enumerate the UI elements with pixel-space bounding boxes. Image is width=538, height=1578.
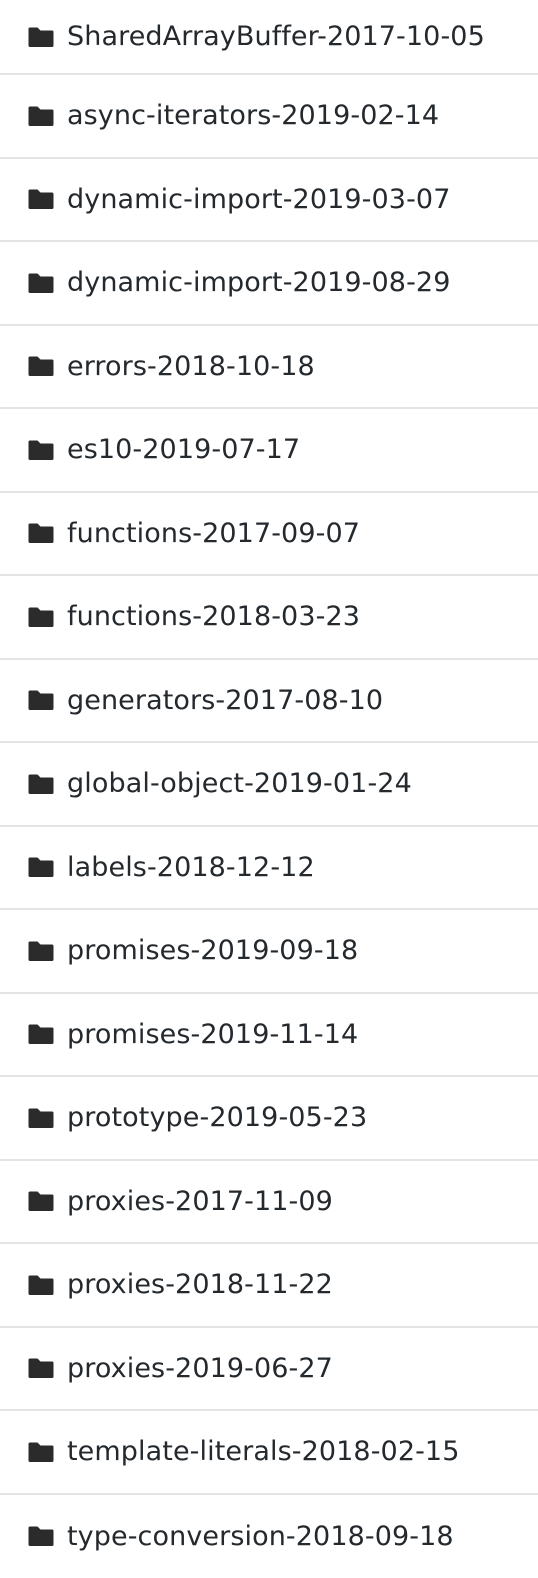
folder-name[interactable]: proxies-2019-06-27 bbox=[67, 1353, 333, 1384]
folder-icon bbox=[28, 522, 54, 544]
folder-row[interactable]: dynamic-import-2019-08-29 bbox=[0, 242, 538, 326]
folder-icon bbox=[28, 689, 54, 711]
folder-row[interactable]: functions-2017-09-07 bbox=[0, 493, 538, 576]
folder-icon bbox=[28, 1274, 54, 1296]
folder-row[interactable]: generators-2017-08-10 bbox=[0, 660, 538, 743]
folder-name[interactable]: SharedArrayBuffer-2017-10-05 bbox=[67, 21, 485, 52]
folder-name[interactable]: async-iterators-2019-02-14 bbox=[67, 100, 439, 131]
folder-name[interactable]: proxies-2017-11-09 bbox=[67, 1186, 333, 1217]
folder-row[interactable]: async-iterators-2019-02-14 bbox=[0, 75, 538, 159]
folder-name[interactable]: global-object-2019-01-24 bbox=[67, 768, 412, 799]
folder-row[interactable]: type-conversion-2018-09-18 bbox=[0, 1495, 538, 1578]
folder-icon bbox=[28, 606, 54, 628]
folder-icon bbox=[28, 773, 54, 795]
folder-row[interactable]: prototype-2019-05-23 bbox=[0, 1077, 538, 1161]
folder-icon bbox=[28, 439, 54, 461]
folder-row[interactable]: template-literals-2018-02-15 bbox=[0, 1411, 538, 1495]
folder-icon bbox=[28, 1023, 54, 1045]
folder-row[interactable]: promises-2019-09-18 bbox=[0, 910, 538, 994]
folder-name[interactable]: es10-2019-07-17 bbox=[67, 434, 300, 465]
folder-row[interactable]: errors-2018-10-18 bbox=[0, 326, 538, 409]
folder-row[interactable]: es10-2019-07-17 bbox=[0, 409, 538, 493]
folder-name[interactable]: proxies-2018-11-22 bbox=[67, 1269, 333, 1300]
folder-name[interactable]: functions-2018-03-23 bbox=[67, 601, 360, 632]
folder-list: SharedArrayBuffer-2017-10-05 async-itera… bbox=[0, 0, 538, 1578]
folder-name[interactable]: errors-2018-10-18 bbox=[67, 351, 315, 382]
folder-row[interactable]: proxies-2018-11-22 bbox=[0, 1244, 538, 1328]
folder-icon bbox=[28, 1357, 54, 1379]
folder-icon bbox=[28, 1441, 54, 1463]
folder-name[interactable]: template-literals-2018-02-15 bbox=[67, 1436, 460, 1467]
folder-row[interactable]: proxies-2019-06-27 bbox=[0, 1328, 538, 1411]
folder-icon bbox=[28, 105, 54, 127]
folder-icon bbox=[28, 856, 54, 878]
folder-row[interactable]: SharedArrayBuffer-2017-10-05 bbox=[0, 0, 538, 75]
folder-icon bbox=[28, 1190, 54, 1212]
folder-name[interactable]: promises-2019-09-18 bbox=[67, 935, 358, 966]
folder-row[interactable]: functions-2018-03-23 bbox=[0, 576, 538, 660]
folder-row[interactable]: dynamic-import-2019-03-07 bbox=[0, 159, 538, 242]
folder-icon bbox=[28, 940, 54, 962]
folder-row[interactable]: proxies-2017-11-09 bbox=[0, 1161, 538, 1244]
folder-row[interactable]: global-object-2019-01-24 bbox=[0, 743, 538, 827]
folder-icon bbox=[28, 26, 54, 48]
folder-icon bbox=[28, 272, 54, 294]
folder-name[interactable]: type-conversion-2018-09-18 bbox=[67, 1521, 454, 1552]
folder-name[interactable]: dynamic-import-2019-03-07 bbox=[67, 184, 450, 215]
folder-row[interactable]: promises-2019-11-14 bbox=[0, 994, 538, 1077]
folder-name[interactable]: functions-2017-09-07 bbox=[67, 518, 360, 549]
folder-row[interactable]: labels-2018-12-12 bbox=[0, 827, 538, 910]
folder-name[interactable]: generators-2017-08-10 bbox=[67, 685, 383, 716]
folder-name[interactable]: labels-2018-12-12 bbox=[67, 852, 315, 883]
folder-icon bbox=[28, 188, 54, 210]
folder-name[interactable]: dynamic-import-2019-08-29 bbox=[67, 267, 450, 298]
folder-icon bbox=[28, 1525, 54, 1547]
folder-name[interactable]: prototype-2019-05-23 bbox=[67, 1102, 367, 1133]
folder-icon bbox=[28, 355, 54, 377]
folder-name[interactable]: promises-2019-11-14 bbox=[67, 1019, 358, 1050]
folder-icon bbox=[28, 1107, 54, 1129]
